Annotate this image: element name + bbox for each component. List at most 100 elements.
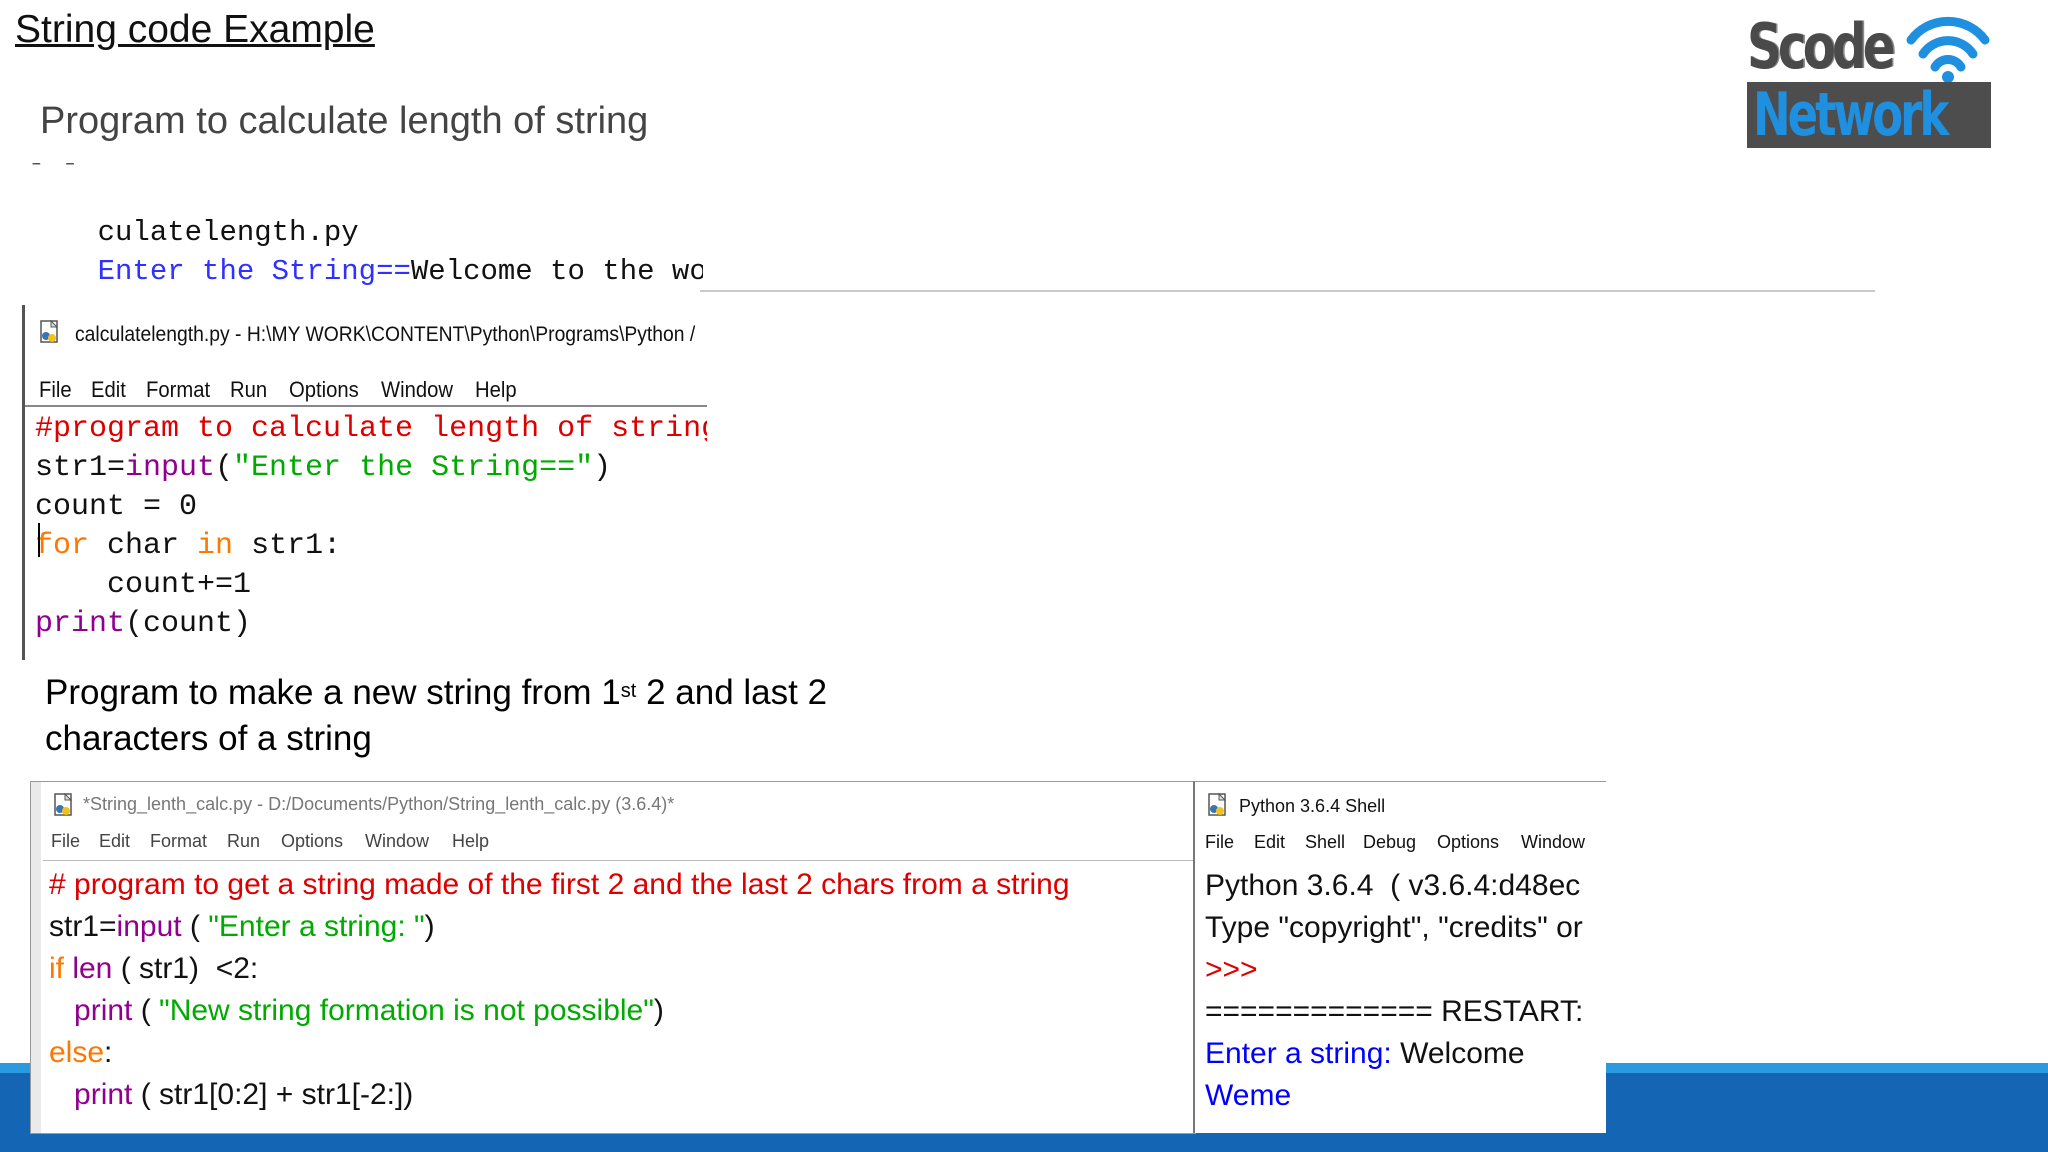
subtitle-length-program: Program to calculate length of string: [40, 100, 649, 142]
editor1-title: calculatelength.py - H:\MY WORK\CONTENT\…: [75, 323, 696, 346]
editor1-titlebar[interactable]: calculatelength.py - H:\MY WORK\CONTENT\…: [25, 305, 707, 353]
editor1-menubar: File Edit Format Run Options Window Help: [25, 369, 707, 409]
code-token: for: [35, 529, 90, 563]
code-token: count = 0: [35, 490, 198, 524]
console-prompt-text: Enter the String==: [97, 255, 411, 288]
code-token: len: [64, 952, 113, 985]
menu-window[interactable]: Window: [1521, 832, 1585, 853]
code-token: (: [181, 910, 209, 943]
code-token: ): [424, 910, 435, 943]
code-token: str1:: [233, 529, 342, 563]
editor2-title[interactable]: *String_lenth_calc.py - D:/Documents/Pyt…: [83, 794, 674, 815]
code-token: ( str1) <2:: [112, 952, 259, 985]
code-token: if: [49, 952, 64, 985]
menu-format[interactable]: Format: [150, 831, 207, 852]
code-line: for char in str1:: [35, 527, 341, 566]
menu-options[interactable]: Options: [289, 377, 359, 403]
menu-edit[interactable]: Edit: [91, 377, 126, 403]
python-file-icon: [40, 319, 59, 343]
code-line: str1=input("Enter the String=="): [35, 449, 611, 488]
console-output-snippet: - - culatelength.py Enter the String==We…: [28, 163, 703, 290]
code-line: else:: [49, 1032, 112, 1074]
code-token: in: [197, 529, 234, 563]
code-token: ============= RESTART:: [1205, 995, 1584, 1028]
editor2-left-strip: [31, 782, 41, 1133]
idle-editor-window-1: calculatelength.py - H:\MY WORK\CONTENT\…: [22, 305, 707, 660]
menu-help[interactable]: Help: [475, 377, 517, 403]
code-line: str1=input ( "Enter a string: "): [49, 906, 435, 948]
menu-shell[interactable]: Shell: [1305, 832, 1345, 853]
code-token: Weme: [1205, 1079, 1292, 1112]
code-line: Type "copyright", "credits" or: [1205, 907, 1583, 949]
code-line: >>>: [1205, 949, 1258, 991]
code-token: Welcome: [1400, 1037, 1525, 1070]
subtitle2-part1: Program to make a new string from 1: [45, 673, 621, 712]
text-cursor: [38, 523, 40, 557]
code-token: "Enter a string: ": [208, 910, 425, 943]
code-token: >>>: [1205, 953, 1258, 986]
python-shell-window: Python 3.6.4 Shell File Edit Shell Debug…: [1193, 781, 1606, 1133]
python-shell-icon: [1208, 792, 1227, 816]
logo-top-text: Scode: [1747, 10, 1896, 83]
console-input-text: Welcome to the world: [410, 255, 703, 288]
menu-window[interactable]: Window: [381, 377, 453, 403]
code-token: ): [593, 451, 612, 485]
code-line: print ( str1[0:2] + str1[-2:]): [49, 1074, 413, 1116]
menu-format[interactable]: Format: [146, 377, 210, 403]
code-token: str1=: [49, 910, 117, 943]
code-line: Enter a string: Welcome: [1205, 1033, 1525, 1075]
code-token: (: [215, 451, 234, 485]
code-token: else: [49, 1036, 105, 1069]
menu-debug[interactable]: Debug: [1363, 832, 1416, 853]
code-token: str1=: [35, 451, 126, 485]
logo-bottom-box: Network: [1747, 82, 1991, 148]
code-token: print: [74, 994, 133, 1027]
subtitle-new-string-program: Program to make a new string from 1st 2 …: [45, 670, 945, 762]
code-token: ): [653, 994, 664, 1027]
menu-options[interactable]: Options: [1437, 832, 1499, 853]
menu-options[interactable]: Options: [281, 831, 343, 852]
code-token: count+=1: [35, 568, 252, 602]
menu-file[interactable]: File: [1205, 832, 1234, 853]
menu-run[interactable]: Run: [227, 831, 260, 852]
code-token: input: [116, 910, 182, 943]
menu-file[interactable]: File: [39, 377, 72, 403]
code-token: Type "copyright", "credits" or: [1205, 911, 1583, 944]
code-line: count = 0: [35, 488, 197, 527]
code-token: "Enter the String==": [233, 451, 594, 485]
code-token: (: [132, 994, 160, 1027]
subtitle2-sup: st: [620, 680, 637, 702]
subtitle2-line2: characters of a string: [45, 719, 372, 758]
code-line: # program to get a string made of the fi…: [49, 864, 1070, 906]
subtitle2-part2: 2 and last 2: [636, 673, 828, 712]
code-token: (count): [125, 607, 252, 641]
code-token: ( str1[0:2] + str1[-2:]): [132, 1078, 414, 1111]
editor2-separator: [43, 860, 1195, 861]
code-token: Enter a string:: [1205, 1037, 1401, 1070]
code-token: :: [104, 1036, 113, 1069]
code-line: Python 3.6.4 ( v3.6.4:d48ec: [1205, 865, 1580, 907]
code-token: "New string formation is not possible": [159, 994, 654, 1027]
code-token: #program to calculate length of string: [35, 412, 707, 446]
menu-file[interactable]: File: [51, 831, 80, 852]
slide-title: String code Example: [15, 8, 375, 51]
idle-editor-window-2: *String_lenth_calc.py - D:/Documents/Pyt…: [30, 781, 1196, 1134]
editor1-separator: [25, 405, 707, 407]
menu-run[interactable]: Run: [230, 377, 267, 403]
code-line: ============= RESTART:: [1205, 991, 1583, 1033]
code-line: print(count): [35, 605, 251, 644]
code-token: input: [125, 451, 216, 485]
wifi-icon: [1906, 16, 1990, 83]
python-file-icon: [54, 792, 73, 816]
code-line: print ( "New string formation is not pos…: [49, 990, 664, 1032]
menu-help[interactable]: Help: [452, 831, 489, 852]
shell-title[interactable]: Python 3.6.4 Shell: [1239, 796, 1385, 817]
menu-window[interactable]: Window: [365, 831, 429, 852]
menu-edit[interactable]: Edit: [99, 831, 130, 852]
divider-rule: [700, 290, 1875, 292]
code-token: print: [74, 1078, 133, 1111]
scode-network-logo: Scode Network: [1745, 10, 1995, 148]
menu-edit[interactable]: Edit: [1254, 832, 1285, 853]
